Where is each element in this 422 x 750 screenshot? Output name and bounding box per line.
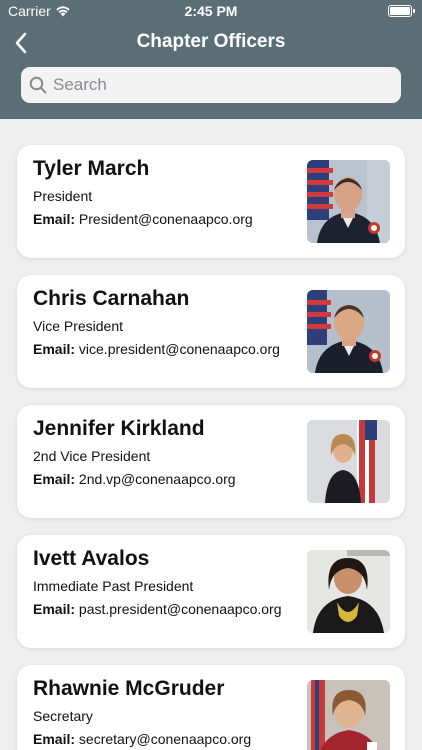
officer-name: Ivett Avalos xyxy=(33,547,150,570)
officer-photo xyxy=(307,550,390,633)
email-label: Email: xyxy=(33,471,76,487)
officer-email-row: Email: past.president@conenaapco.org xyxy=(33,601,281,617)
officer-name: Rhawnie McGruder xyxy=(33,677,225,700)
status-time: 2:45 PM xyxy=(184,3,238,19)
officer-email[interactable]: past.president@conenaapco.org xyxy=(79,601,282,617)
officer-email[interactable]: secretary@conenaapco.org xyxy=(79,731,251,747)
officer-card[interactable]: Rhawnie McGruder Secretary Email: secret… xyxy=(17,665,405,750)
email-label: Email: xyxy=(33,601,76,617)
officer-email-row: Email: President@conenaapco.org xyxy=(33,211,253,227)
battery-icon xyxy=(388,5,415,17)
officer-role: Vice President xyxy=(33,318,124,334)
page-title: Chapter Officers xyxy=(136,31,286,52)
officer-card[interactable]: Jennifer Kirkland 2nd Vice President Ema… xyxy=(17,405,405,518)
officer-email[interactable]: President@conenaapco.org xyxy=(79,211,253,227)
officer-role: 2nd Vice President xyxy=(33,448,151,464)
navigation-header: Carrier 2:45 PM Chapter Officers xyxy=(0,0,422,119)
officer-email-row: Email: vice.president@conenaapco.org xyxy=(33,341,280,357)
officer-photo xyxy=(307,680,390,750)
status-bar: Carrier 2:45 PM xyxy=(0,0,422,22)
officer-photo xyxy=(307,290,390,373)
email-label: Email: xyxy=(33,731,76,747)
officer-email-row: Email: 2nd.vp@conenaapco.org xyxy=(33,471,236,487)
officer-email[interactable]: vice.president@conenaapco.org xyxy=(79,341,280,357)
officer-email-row: Email: secretary@conenaapco.org xyxy=(33,731,251,747)
officer-card[interactable]: Tyler March President Email: President@c… xyxy=(17,145,405,258)
email-label: Email: xyxy=(33,211,76,227)
officer-name: Jennifer Kirkland xyxy=(33,417,205,440)
search-bar[interactable] xyxy=(21,67,401,103)
officer-card[interactable]: Chris Carnahan Vice President Email: vic… xyxy=(17,275,405,388)
officer-name: Chris Carnahan xyxy=(33,287,190,310)
officer-card[interactable]: Ivett Avalos Immediate Past President Em… xyxy=(17,535,405,648)
officer-list[interactable]: Tyler March President Email: President@c… xyxy=(0,119,422,750)
officer-email[interactable]: 2nd.vp@conenaapco.org xyxy=(79,471,236,487)
search-input[interactable] xyxy=(53,75,383,95)
officer-name: Tyler March xyxy=(33,157,150,180)
officer-role: President xyxy=(33,188,93,204)
officer-photo xyxy=(307,160,390,243)
search-icon xyxy=(29,76,47,94)
email-label: Email: xyxy=(33,341,76,357)
officer-role: Immediate Past President xyxy=(33,578,194,594)
officer-role: Secretary xyxy=(33,708,93,724)
officer-photo xyxy=(307,420,390,503)
